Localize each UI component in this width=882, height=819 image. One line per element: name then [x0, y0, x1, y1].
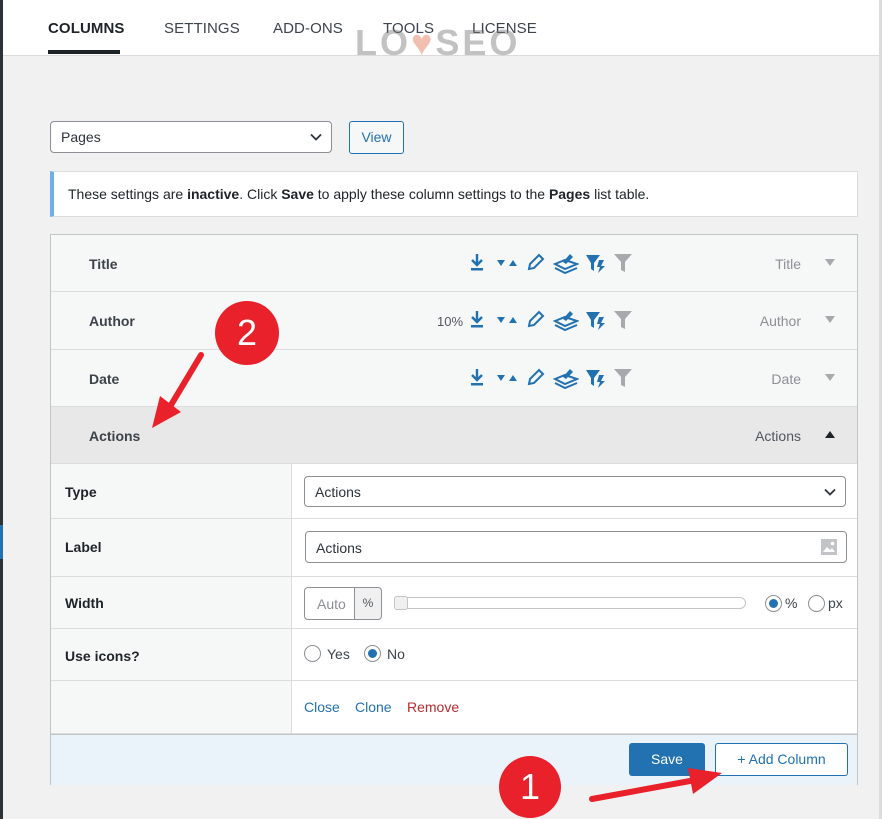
unit-percent-label: % — [785, 595, 798, 611]
width-unit-addon: % — [354, 587, 382, 620]
chevron-down-icon — [824, 488, 836, 496]
save-button[interactable]: Save — [629, 743, 705, 776]
use-icons-no-radio[interactable] — [364, 645, 381, 662]
admin-page: COLUMNS SETTINGS ADD-ONS TOOLS LICENSE L… — [3, 0, 879, 819]
column-label-input-value: Actions — [316, 540, 362, 556]
caret-up-icon[interactable] — [825, 431, 835, 439]
width-slider[interactable] — [394, 596, 746, 610]
unit-px-label: px — [828, 595, 843, 611]
notice-text: . Click — [239, 186, 282, 202]
settings-tabs: COLUMNS SETTINGS ADD-ONS TOOLS LICENSE L… — [3, 0, 879, 63]
column-row-author[interactable]: Author 10% Author — [51, 292, 857, 350]
sort-icon — [497, 260, 517, 266]
list-screen-select[interactable]: Pages — [50, 121, 332, 153]
width-input-placeholder: Auto — [317, 596, 346, 612]
notice-emphasis-inactive: inactive — [187, 186, 240, 202]
smart-filter-icon — [586, 255, 605, 273]
setting-row-width: Width Auto % % px — [51, 577, 857, 629]
sort-icon — [497, 317, 517, 323]
use-icons-yes-radio[interactable] — [304, 645, 321, 662]
inline-edit-icon — [527, 253, 545, 271]
unit-percent-radio[interactable] — [765, 595, 782, 612]
filter-icon — [614, 311, 632, 329]
inline-edit-icon — [527, 310, 545, 328]
tab-add-ons[interactable]: ADD-ONS — [273, 20, 343, 37]
list-screen-select-value: Pages — [61, 129, 101, 145]
bulk-edit-icon — [553, 369, 579, 389]
column-type-select-value: Actions — [315, 484, 361, 500]
notice-text: These settings are — [68, 186, 188, 202]
column-feature-icons — [469, 309, 632, 333]
caret-down-icon[interactable] — [825, 259, 835, 267]
column-name[interactable]: Actions — [89, 428, 140, 444]
smart-filter-icon — [586, 370, 605, 388]
export-icon — [471, 254, 483, 271]
caret-down-icon[interactable] — [825, 316, 835, 324]
column-feature-icons — [469, 367, 632, 391]
setting-row-use-icons: Use icons? Yes No — [51, 629, 857, 681]
setting-label-empty — [51, 681, 292, 733]
add-column-button[interactable]: + Add Column — [715, 743, 848, 776]
close-link[interactable]: Close — [304, 699, 340, 715]
export-icon — [471, 369, 483, 386]
tab-settings[interactable]: SETTINGS — [164, 20, 240, 37]
columns-footer: Save + Add Column — [51, 734, 857, 785]
bulk-edit-icon — [553, 311, 579, 331]
inline-edit-icon — [527, 368, 545, 386]
setting-row-label: Label Actions — [51, 519, 857, 577]
annotation-badge-2: 2 — [215, 301, 279, 365]
filter-icon — [614, 369, 632, 387]
column-row-date[interactable]: Date Date — [51, 350, 857, 407]
column-type: Title — [775, 256, 801, 272]
width-unit-text: % — [362, 596, 374, 610]
width-input[interactable]: Auto — [304, 587, 355, 620]
notice-emphasis-save: Save — [281, 186, 314, 202]
active-tab-underline — [48, 50, 120, 54]
column-type-select[interactable]: Actions — [304, 476, 846, 507]
column-width-label: 10% — [437, 314, 464, 329]
unit-px-radio[interactable] — [808, 595, 825, 612]
sort-icon — [497, 375, 517, 381]
column-feature-icons — [469, 252, 632, 276]
clone-link[interactable]: Clone — [355, 699, 392, 715]
column-row-actions[interactable]: Actions Actions — [51, 407, 857, 464]
tab-columns[interactable]: COLUMNS — [48, 20, 125, 37]
column-row-title[interactable]: Title Title — [51, 235, 857, 292]
setting-row-type: Type Actions — [51, 464, 857, 519]
width-slider-handle[interactable] — [394, 596, 408, 610]
inactive-settings-notice: These settings are inactive. Click Save … — [50, 171, 858, 217]
column-type: Date — [771, 371, 801, 387]
notice-text: list table. — [590, 186, 650, 202]
setting-label: Label — [51, 519, 292, 576]
remove-link[interactable]: Remove — [407, 699, 459, 715]
column-type: Actions — [755, 428, 801, 444]
notice-emphasis-pages: Pages — [548, 186, 591, 202]
setting-label: Type — [51, 464, 292, 518]
smart-filter-icon — [586, 312, 605, 330]
bulk-edit-icon — [553, 254, 579, 274]
column-label-input[interactable]: Actions — [305, 531, 847, 563]
view-button[interactable]: View — [349, 121, 404, 154]
columns-box: Title Title Author 10% Author Date Date … — [50, 234, 858, 785]
chevron-down-icon — [310, 133, 322, 141]
image-picker-icon[interactable] — [820, 538, 838, 556]
use-icons-yes-label: Yes — [327, 646, 350, 662]
export-icon — [471, 311, 483, 328]
column-name[interactable]: Date — [89, 371, 119, 387]
setting-label: Use icons? — [51, 629, 292, 680]
annotation-badge-1: 1 — [499, 756, 561, 818]
column-type: Author — [759, 313, 801, 329]
filter-icon — [614, 254, 632, 272]
setting-row-actions: Close Clone Remove — [51, 681, 857, 734]
setting-label: Width — [51, 577, 292, 628]
caret-down-icon[interactable] — [825, 374, 835, 382]
column-name[interactable]: Title — [89, 256, 118, 272]
notice-text: to apply these column settings to the — [313, 186, 549, 202]
watermark-logo: LO♥SEO — [355, 22, 521, 63]
column-name[interactable]: Author — [89, 313, 135, 329]
use-icons-no-label: No — [387, 646, 405, 662]
